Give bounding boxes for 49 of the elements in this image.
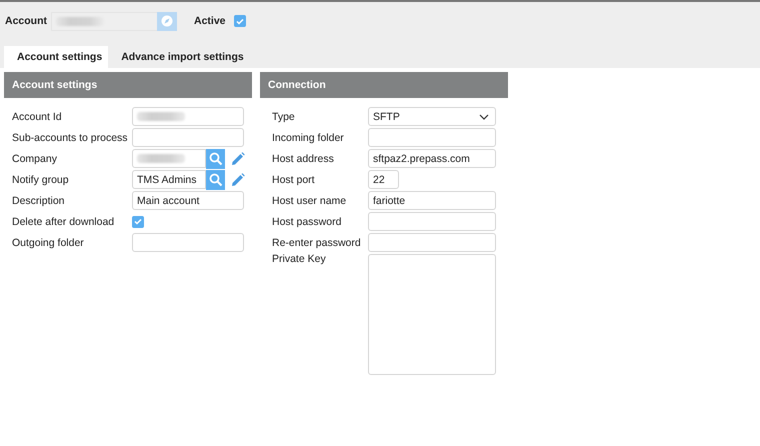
input-field[interactable]	[132, 233, 244, 252]
account-field[interactable]	[51, 12, 157, 30]
check-icon	[236, 18, 244, 24]
text-area[interactable]	[368, 254, 496, 375]
input-field[interactable]	[368, 128, 496, 147]
field-label: Notify group	[11, 174, 70, 186]
active-label: Active	[194, 15, 226, 27]
type-dropdown[interactable]: SFTP	[368, 107, 496, 126]
field-label: Host password	[271, 216, 342, 228]
input-field[interactable]	[132, 128, 244, 147]
field-label: Host user name	[271, 194, 348, 206]
tab[interactable]: Account settings	[4, 46, 108, 68]
checkbox[interactable]	[132, 216, 144, 228]
field-label: Outgoing folder	[11, 236, 85, 248]
search-icon	[208, 152, 222, 166]
compass-button[interactable]	[157, 12, 177, 30]
search-button[interactable]	[206, 148, 225, 168]
field-label: Type	[271, 110, 296, 122]
input-field[interactable]: Main account	[132, 191, 244, 210]
input-field[interactable]	[132, 149, 206, 168]
input-field[interactable]	[368, 233, 496, 252]
pencil-icon[interactable]	[231, 152, 245, 166]
panel-header: Connection	[260, 72, 508, 98]
panel-header: Account settings	[4, 72, 252, 98]
input-field[interactable]: TMS Admins	[132, 170, 206, 189]
field-label: Company	[11, 152, 58, 164]
field-label: Incoming folder	[271, 132, 345, 144]
field-label: Re-enter password	[271, 236, 362, 248]
input-field[interactable]	[132, 107, 244, 126]
input-field[interactable]: fariotte	[368, 191, 496, 210]
compass-icon	[161, 15, 173, 27]
field-label: Host port	[271, 174, 316, 186]
search-button[interactable]	[206, 170, 225, 190]
chevron-down-icon	[479, 114, 489, 120]
field-label: Account Id	[11, 110, 63, 122]
active-checkbox[interactable]	[234, 15, 246, 27]
tab[interactable]: Advance import settings	[108, 46, 257, 68]
pencil-icon[interactable]	[231, 172, 245, 186]
field-label: Private Key	[271, 253, 327, 265]
field-label: Sub-accounts to process	[11, 132, 129, 144]
input-field[interactable]: sftpaz2.prepass.com	[368, 149, 496, 168]
account-label: Account	[5, 15, 47, 27]
input-field[interactable]	[368, 212, 496, 231]
field-label: Delete after download	[11, 216, 116, 228]
field-label: Description	[11, 194, 66, 206]
search-icon	[208, 172, 222, 186]
check-icon	[134, 218, 142, 225]
input-field[interactable]: 22	[368, 170, 399, 189]
field-label: Host address	[271, 152, 335, 164]
